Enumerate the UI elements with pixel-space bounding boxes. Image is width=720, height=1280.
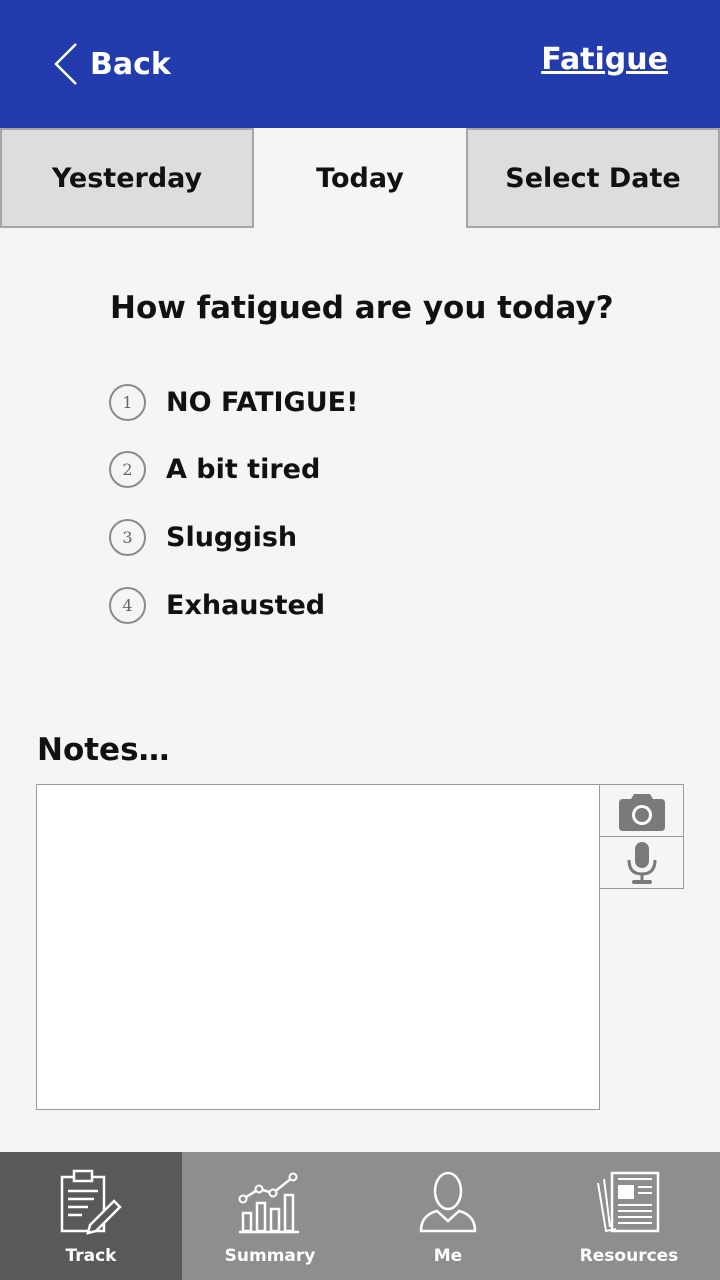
tab-today[interactable]: Today xyxy=(254,128,466,228)
nav-me-label: Me xyxy=(433,1246,463,1266)
option-a-bit-tired[interactable]: 2 A bit tired xyxy=(109,450,320,488)
option-no-fatigue[interactable]: 1 NO FATIGUE! xyxy=(109,383,358,421)
option-sluggish[interactable]: 3 Sluggish xyxy=(109,518,297,556)
date-tabs: Yesterday Today Select Date xyxy=(0,128,720,228)
back-button[interactable]: Back xyxy=(52,40,171,88)
camera-icon xyxy=(618,793,665,831)
bottom-navigation: Track Summary Me Resources xyxy=(0,1152,720,1280)
option-number-badge: 3 xyxy=(109,518,146,556)
back-label: Back xyxy=(90,46,171,82)
option-label: NO FATIGUE! xyxy=(166,386,359,418)
option-number-badge: 1 xyxy=(109,383,146,421)
microphone-icon xyxy=(627,841,656,884)
notes-label: Notes… xyxy=(37,732,170,768)
app-header: Back Fatigue xyxy=(0,0,720,128)
microphone-button[interactable] xyxy=(599,836,684,889)
person-icon xyxy=(415,1166,481,1238)
tab-select-date[interactable]: Select Date xyxy=(466,128,720,228)
option-label: A bit tired xyxy=(166,453,321,485)
camera-button[interactable] xyxy=(599,784,684,837)
nav-resources[interactable]: Resources xyxy=(538,1152,720,1280)
nav-track[interactable]: Track xyxy=(0,1152,182,1280)
notes-textarea[interactable] xyxy=(36,784,600,1110)
nav-track-label: Track xyxy=(65,1246,117,1266)
option-number-badge: 2 xyxy=(109,450,146,488)
tab-yesterday[interactable]: Yesterday xyxy=(0,128,254,228)
option-label: Exhausted xyxy=(166,589,326,621)
chart-icon xyxy=(237,1166,303,1238)
nav-summary-label: Summary xyxy=(224,1246,316,1266)
nav-resources-label: Resources xyxy=(579,1246,679,1266)
chevron-left-icon xyxy=(54,43,77,85)
option-exhausted[interactable]: 4 Exhausted xyxy=(109,586,325,624)
nav-summary[interactable]: Summary xyxy=(182,1152,358,1280)
question-text: How fatigued are you today? xyxy=(110,290,614,326)
option-label: Sluggish xyxy=(166,521,298,553)
nav-me[interactable]: Me xyxy=(358,1152,538,1280)
page-title[interactable]: Fatigue xyxy=(541,42,668,77)
clipboard-pencil-icon xyxy=(58,1166,124,1238)
option-number-badge: 4 xyxy=(109,586,146,624)
newspaper-icon xyxy=(594,1166,664,1238)
